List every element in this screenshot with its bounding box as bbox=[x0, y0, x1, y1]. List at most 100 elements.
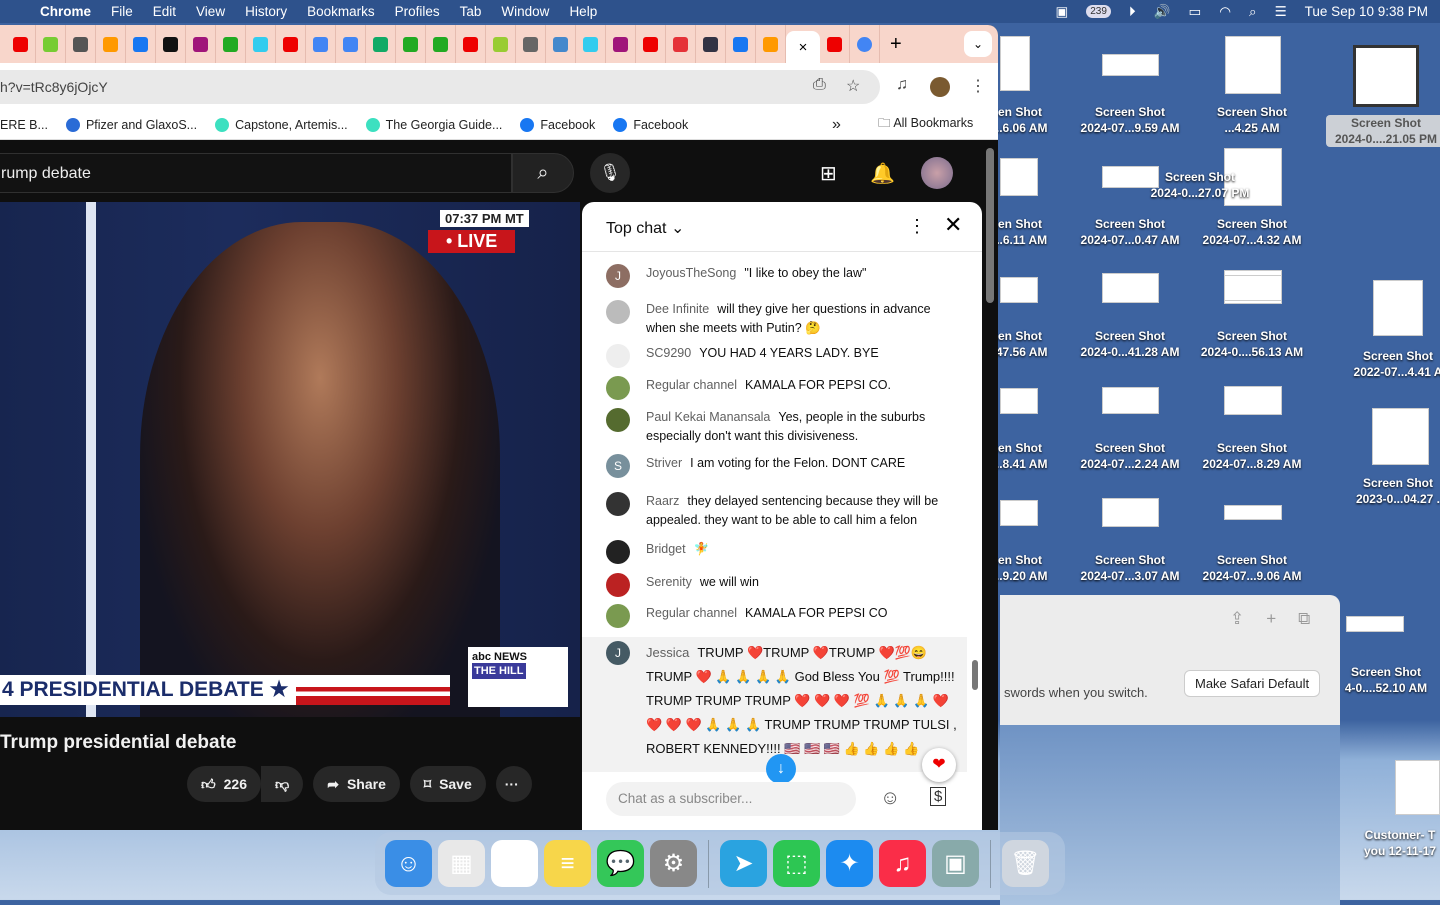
desktop-file-thumbnail[interactable] bbox=[1000, 158, 1038, 196]
desktop-file-thumbnail[interactable] bbox=[1102, 273, 1159, 303]
more-actions-button[interactable]: ··· bbox=[495, 766, 532, 802]
bookmark-item[interactable]: ERE B... bbox=[0, 118, 48, 132]
super-chat-icon[interactable]: $ bbox=[930, 787, 947, 806]
tab[interactable] bbox=[850, 25, 880, 63]
desktop-file-icon[interactable]: Screen Shot 2022-07...4.41 A bbox=[1338, 348, 1440, 380]
chat-avatar[interactable] bbox=[606, 540, 630, 564]
chat-avatar[interactable] bbox=[606, 376, 630, 400]
desktop-file-thumbnail[interactable] bbox=[1000, 388, 1038, 414]
dock-telegram-icon[interactable]: ➤ bbox=[720, 840, 767, 887]
desktop-file-thumbnail[interactable] bbox=[1373, 280, 1423, 336]
all-bookmarks-button[interactable]: 🗀 All Bookmarks bbox=[878, 114, 973, 135]
tab[interactable] bbox=[306, 25, 336, 63]
desktop-file-thumbnail[interactable] bbox=[1224, 386, 1282, 415]
chat-message[interactable]: Serenity we will win bbox=[606, 573, 946, 597]
dock-launchpad-icon[interactable]: ▦ bbox=[438, 840, 485, 887]
profile-avatar[interactable] bbox=[930, 77, 950, 97]
make-safari-default-button[interactable]: Make Safari Default bbox=[1184, 670, 1321, 697]
tab[interactable] bbox=[726, 25, 756, 63]
dock-facetime-icon[interactable]: ⬚ bbox=[773, 840, 820, 887]
tab[interactable] bbox=[486, 25, 516, 63]
desktop-file-icon[interactable]: Customer- T you 12-11-17 bbox=[1340, 827, 1440, 859]
chat-avatar[interactable]: S bbox=[606, 454, 630, 478]
menu-bookmarks[interactable]: Bookmarks bbox=[307, 4, 375, 19]
desktop-file-icon[interactable]: Screen Shot 2024-07...3.07 AM bbox=[1070, 552, 1190, 584]
chat-message[interactable]: Regular channel KAMALA FOR PEPSI CO. bbox=[606, 376, 946, 400]
tab[interactable] bbox=[696, 25, 726, 63]
desktop-file-thumbnail[interactable] bbox=[1000, 36, 1030, 91]
tab[interactable] bbox=[396, 25, 426, 63]
bookmark-item[interactable]: Facebook bbox=[613, 117, 688, 132]
menu-window[interactable]: Window bbox=[501, 4, 549, 19]
scroll-down-button[interactable]: ↓ bbox=[766, 754, 796, 784]
menu-file[interactable]: File bbox=[111, 4, 133, 19]
desktop-file-icon[interactable]: Screen Shot 2024-07...4.32 AM bbox=[1192, 216, 1312, 248]
tab[interactable] bbox=[820, 25, 850, 63]
dock-music-icon[interactable]: ♫ bbox=[879, 840, 926, 887]
chat-message[interactable]: SC9290 YOU HAD 4 YEARS LADY. BYE bbox=[606, 344, 946, 368]
dislike-button[interactable]: 👎︎ bbox=[261, 766, 304, 802]
desktop-file-thumbnail[interactable] bbox=[1225, 36, 1281, 94]
menu-view[interactable]: View bbox=[196, 4, 225, 19]
close-chat-icon[interactable]: ✕ bbox=[944, 212, 962, 238]
heart-reaction-button[interactable]: ❤ bbox=[922, 748, 956, 782]
chat-message[interactable]: Regular channel KAMALA FOR PEPSI CO bbox=[606, 604, 946, 628]
bookmark-item[interactable]: Capstone, Artemis... bbox=[215, 117, 348, 132]
chat-message[interactable]: Paul Kekai Manansala Yes, people in the s… bbox=[606, 408, 946, 446]
desktop-file-icon[interactable]: Screen Shot 2024-0....56.13 AM bbox=[1192, 328, 1312, 360]
bookmarks-overflow-button[interactable]: » bbox=[832, 116, 841, 134]
battery-icon[interactable]: ▭ bbox=[1188, 4, 1201, 20]
dock-trash-icon[interactable]: 🗑 bbox=[1002, 840, 1049, 887]
notifications-bell-icon[interactable]: 🔔 bbox=[870, 161, 895, 186]
chat-message[interactable]: Dee Infinite will they give her questions… bbox=[606, 300, 946, 338]
tab[interactable] bbox=[516, 25, 546, 63]
desktop-file-thumbnail[interactable] bbox=[1224, 505, 1282, 520]
desktop-file-thumbnail[interactable] bbox=[1346, 616, 1404, 632]
search-icon[interactable]: ⌕ bbox=[1249, 4, 1257, 20]
desktop-file-icon[interactable]: Screen Shot 2024-07...0.47 AM bbox=[1070, 216, 1190, 248]
chat-input[interactable]: Chat as a subscriber... bbox=[606, 782, 856, 816]
dock-system-settings-icon[interactable]: ⚙ bbox=[650, 840, 697, 887]
active-tab-close-button[interactable]: × bbox=[786, 31, 820, 63]
chat-avatar[interactable] bbox=[606, 604, 630, 628]
tab[interactable] bbox=[186, 25, 216, 63]
chat-message[interactable]: J Jessica TRUMP ❤️TRUMP ❤️TRUMP ❤️💯😄 TRUMP… bbox=[582, 637, 967, 772]
menu-profiles[interactable]: Profiles bbox=[395, 4, 440, 19]
menu-app-name[interactable]: Chrome bbox=[40, 4, 91, 19]
chat-avatar[interactable] bbox=[606, 300, 630, 324]
desktop-file-icon[interactable]: Screen Shot 2024-07...8.29 AM bbox=[1192, 440, 1312, 472]
save-button[interactable]: ⌑ Save bbox=[409, 766, 486, 802]
search-input[interactable]: rump debate bbox=[0, 153, 512, 193]
bookmark-item[interactable]: Pfizer and GlaxoS... bbox=[65, 117, 197, 132]
desktop-file-icon[interactable]: Screen Shot 2024-07...9.06 AM bbox=[1192, 552, 1312, 584]
tab[interactable] bbox=[276, 25, 306, 63]
menu-history[interactable]: History bbox=[245, 4, 287, 19]
create-video-icon[interactable]: ⊞ bbox=[820, 161, 837, 186]
emoji-icon[interactable]: ☺ bbox=[880, 787, 900, 810]
chat-avatar[interactable]: J bbox=[606, 264, 630, 288]
tab[interactable] bbox=[156, 25, 186, 63]
chat-menu-icon[interactable]: ⋮ bbox=[908, 216, 926, 237]
new-tab-button[interactable]: + bbox=[890, 33, 902, 56]
volume-icon[interactable]: 🔊 bbox=[1154, 4, 1171, 20]
account-avatar[interactable] bbox=[921, 157, 953, 189]
tab[interactable] bbox=[6, 25, 36, 63]
chat-avatar[interactable] bbox=[606, 492, 630, 516]
tab[interactable] bbox=[576, 25, 606, 63]
share-button[interactable]: ➦ Share bbox=[313, 766, 400, 802]
chat-messages[interactable]: J JoyousTheSong "I like to obey the law" De… bbox=[582, 252, 982, 772]
play-icon[interactable]: ⏵ bbox=[1129, 4, 1136, 20]
desktop-file-icon[interactable]: Screen Shot 4-0....52.10 AM bbox=[1326, 664, 1440, 696]
install-icon[interactable]: ⎙ bbox=[813, 76, 826, 94]
menu-edit[interactable]: Edit bbox=[153, 4, 176, 19]
tab[interactable] bbox=[606, 25, 636, 63]
chat-message[interactable]: S Striver I am voting for the Felon. DONT … bbox=[606, 454, 946, 478]
desktop-file-thumbnail[interactable] bbox=[1102, 498, 1159, 527]
dock-finder-icon[interactable]: ☺ bbox=[385, 840, 432, 887]
dock-preview-icon[interactable]: ▣ bbox=[932, 840, 979, 887]
voice-search-icon[interactable]: 🎙 bbox=[590, 153, 630, 193]
tab[interactable] bbox=[246, 25, 276, 63]
dock-messages-icon[interactable]: 💬 bbox=[597, 840, 644, 887]
chat-message[interactable]: Bridget 🧚 bbox=[606, 540, 946, 564]
dock-chrome-icon[interactable]: ◉ bbox=[491, 840, 538, 887]
